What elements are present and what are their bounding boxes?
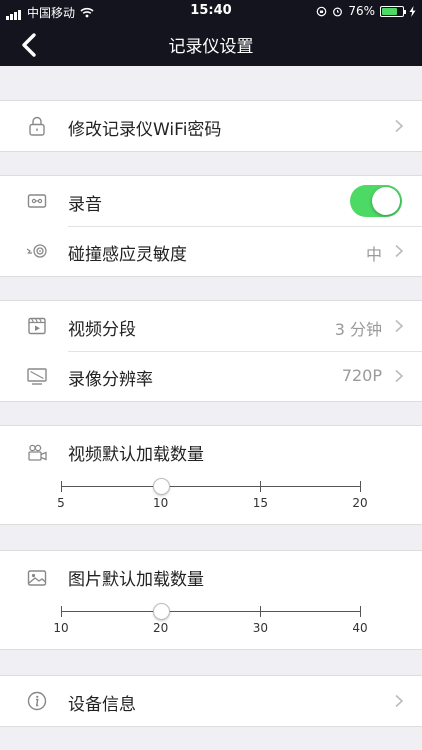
photo-load-slider-tick-label: 20 [153, 621, 169, 635]
video-segment-value: 3 分钟 [334, 320, 382, 339]
toggle-knob [372, 187, 400, 215]
page-title: 记录仪设置 [168, 37, 254, 57]
video-load-slider-tick [61, 481, 62, 492]
video-load-slider-tick-label: 10 [153, 496, 169, 510]
alarm-icon [333, 7, 343, 16]
film-icon [28, 317, 46, 335]
collision-sensitivity-label: 碰撞感应灵敏度 [68, 245, 187, 265]
status-bar: 中国移动 15:40 76% [0, 0, 422, 22]
photo-load-slider-tick-label: 10 [53, 621, 69, 635]
collision-sensitivity-value: 中 [365, 245, 382, 264]
resolution-label: 录像分辨率 [68, 370, 153, 390]
video-segment-label: 视频分段 [68, 320, 136, 340]
device-info-group: 设备信息 [0, 675, 422, 727]
photo-load-label: 图片默认加载数量 [68, 570, 204, 590]
info-icon [27, 691, 47, 711]
photo-load-slider-thumb[interactable] [152, 603, 170, 620]
audio-row: 录音 [0, 176, 422, 226]
photo-load-slider[interactable]: 10 20 30 40 [53, 603, 368, 635]
photo-load-group: 图片默认加载数量 10 20 30 40 [0, 550, 422, 650]
photo-load-slider-tick [260, 606, 262, 617]
battery-icon [380, 5, 406, 17]
collision-sensitivity-row[interactable]: 碰撞感应灵敏度 中 [0, 226, 422, 276]
audio-toggle[interactable] [350, 185, 402, 217]
charging-icon [409, 5, 416, 17]
recording-group: 录音 碰撞感应灵敏度 中 [0, 175, 422, 277]
lock-icon [29, 116, 45, 136]
video-segment-row[interactable]: 视频分段 3 分钟 [0, 301, 422, 351]
resolution-row[interactable]: 录像分辨率 720P [0, 351, 422, 401]
wifi-group: 修改记录仪WiFi密码 [0, 100, 422, 152]
chevron-right-icon [395, 319, 404, 333]
device-info-row[interactable]: 设备信息 [0, 676, 422, 726]
cassette-icon [27, 194, 47, 208]
video-load-slider-tick-label: 15 [252, 496, 268, 510]
video-load-slider-tick-label: 20 [352, 496, 368, 510]
battery-percent: 76% [348, 4, 375, 18]
video-group: 视频分段 3 分钟 录像分辨率 720P [0, 300, 422, 402]
chevron-right-icon [395, 369, 404, 383]
photo-load-slider-tick [61, 606, 62, 617]
wifi-password-row[interactable]: 修改记录仪WiFi密码 [0, 101, 422, 151]
wifi-password-label: 修改记录仪WiFi密码 [68, 120, 222, 140]
audio-label: 录音 [68, 195, 102, 215]
resolution-value: 720P [341, 366, 382, 385]
header: 中国移动 15:40 76% 记录仪设置 [0, 0, 422, 66]
video-load-slider-tick [360, 481, 361, 492]
device-info-label: 设备信息 [68, 695, 136, 715]
video-load-group: 视频默认加载数量 5 10 15 20 [0, 425, 422, 525]
chevron-right-icon [395, 119, 404, 133]
chevron-right-icon [395, 244, 404, 258]
video-load-label: 视频默认加载数量 [68, 445, 204, 465]
collision-icon [26, 244, 47, 258]
monitor-icon [27, 368, 47, 385]
image-icon [27, 570, 47, 586]
video-load-slider-tick [260, 481, 262, 492]
photo-load-slider-tick-label: 40 [352, 621, 368, 635]
chevron-right-icon [395, 694, 404, 708]
photo-load-slider-tick [360, 606, 361, 617]
video-load-slider-tick-label: 5 [57, 496, 65, 510]
video-load-slider[interactable]: 5 10 15 20 [57, 478, 368, 510]
rotation-lock-icon [317, 6, 327, 16]
photo-load-slider-tick-label: 30 [252, 621, 268, 635]
video-camera-icon [28, 444, 47, 461]
video-load-slider-thumb[interactable] [152, 478, 170, 495]
